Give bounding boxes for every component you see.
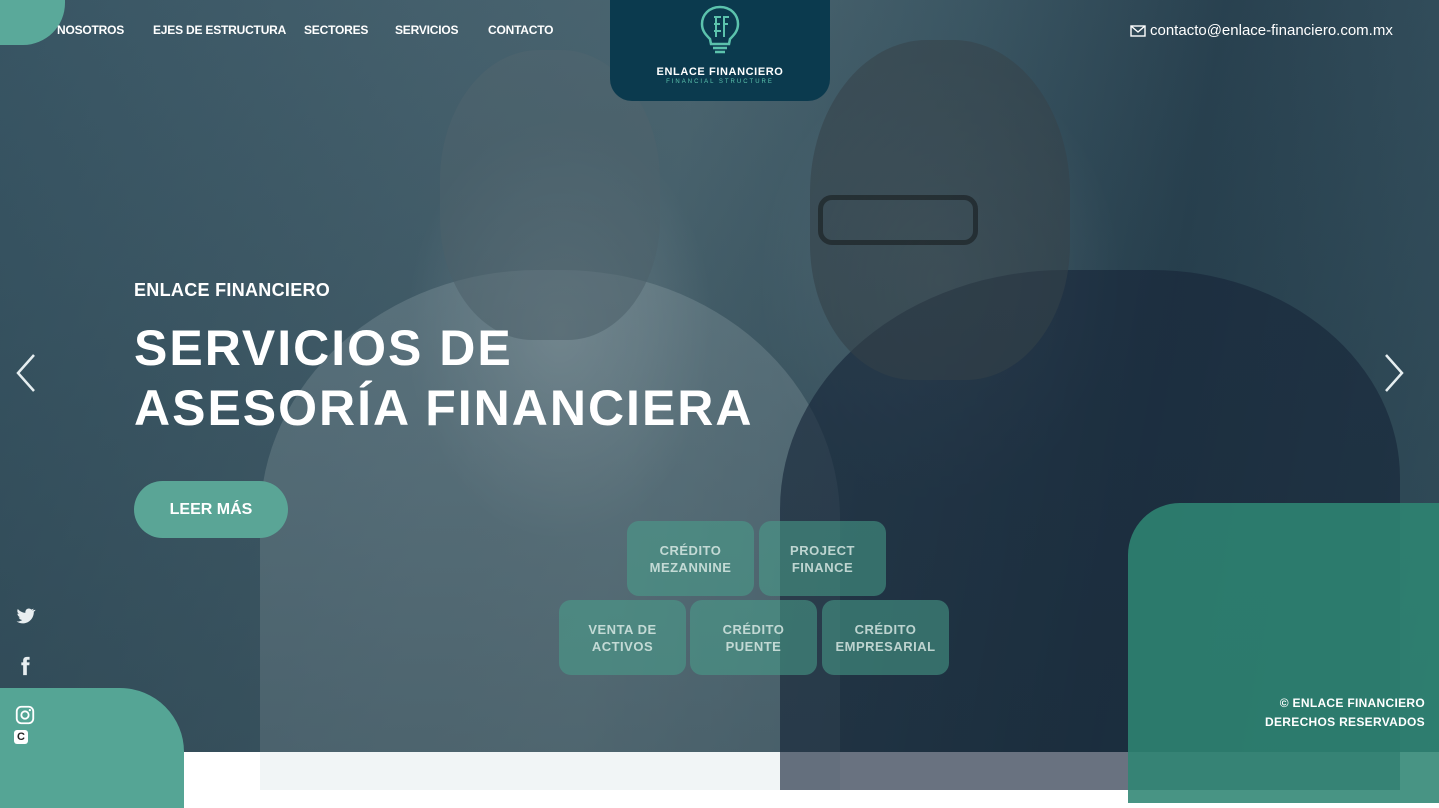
rights-line: DERECHOS RESERVADOS — [1265, 715, 1425, 729]
corner-accent-bottom-right — [1128, 503, 1439, 803]
lightbulb-ef-icon — [700, 5, 740, 54]
instagram-icon[interactable] — [14, 704, 36, 726]
service-tile-credito-mezannine[interactable]: CRÉDITO MEZANNINE — [627, 521, 754, 596]
copyright-line: © ENLACE FINANCIERO — [1279, 696, 1425, 710]
chevron-left-icon[interactable] — [12, 352, 40, 394]
site-logo[interactable]: ENLACE FINANCIERO FINANCIAL STRUCTURE — [610, 0, 830, 101]
footer-copyright: © ENLACE FINANCIERO DERECHOS RESERVADOS — [1265, 694, 1425, 732]
hero-title-line-1: SERVICIOS DE — [134, 320, 513, 376]
mail-icon — [1130, 25, 1146, 37]
service-tile-venta-de-activos[interactable]: VENTA DE ACTIVOS — [559, 600, 686, 675]
nav-item-ejes-de-estructura[interactable]: EJES DE ESTRUCTURA — [153, 23, 286, 37]
nav-item-servicios[interactable]: SERVICIOS — [395, 23, 459, 37]
hero-title-line-2: ASESORÍA FINANCIERA — [134, 380, 754, 436]
nav-item-nosotros[interactable]: NOSOTROS — [57, 23, 124, 37]
cookie-badge-icon[interactable]: C — [14, 730, 28, 744]
chevron-right-icon[interactable] — [1380, 352, 1408, 394]
nav-item-contacto[interactable]: CONTACTO — [488, 23, 553, 37]
service-tile-project-finance[interactable]: PROJECT FINANCE — [759, 521, 886, 596]
logo-name: ENLACE FINANCIERO — [656, 66, 784, 78]
nav-item-sectores[interactable]: SECTORES — [304, 23, 368, 37]
contact-email-text: contacto@enlace-financiero.com.mx — [1150, 22, 1393, 39]
service-tile-credito-puente[interactable]: CRÉDITO PUENTE — [690, 600, 817, 675]
hero-eyebrow: ENLACE FINANCIERO — [134, 280, 331, 300]
contact-email-link[interactable]: contacto@enlace-financiero.com.mx — [1130, 22, 1393, 39]
hero-title: SERVICIOS DE ASESORÍA FINANCIERA — [134, 318, 754, 438]
logo-tagline: FINANCIAL STRUCTURE — [666, 79, 774, 85]
service-tile-credito-empresarial[interactable]: CRÉDITO EMPRESARIAL — [822, 600, 949, 675]
read-more-button[interactable]: LEER MÁS — [134, 481, 288, 538]
twitter-icon[interactable] — [14, 605, 36, 627]
facebook-icon[interactable] — [14, 655, 36, 677]
